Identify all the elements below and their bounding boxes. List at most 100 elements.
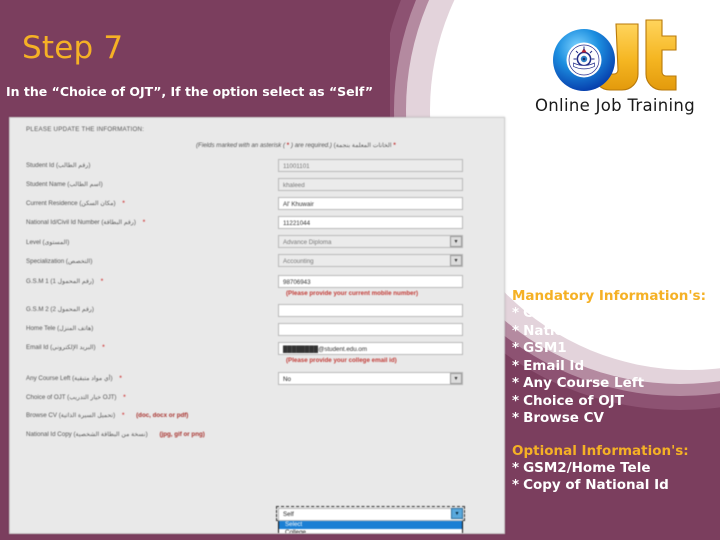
dropdown-option-college[interactable]: College [279, 529, 462, 533]
label-text: Specialization [26, 258, 65, 265]
label-text: Email Id [26, 344, 49, 351]
label-text: Student Name [26, 181, 66, 188]
input-home-tele[interactable] [278, 323, 463, 336]
label-arabic: (تحميل السيرة الذاتية) [58, 412, 116, 419]
information-summary: Mandatory Information's: * Current Reside… [512, 288, 717, 495]
select-any-course-left[interactable]: No ▾ [278, 372, 463, 385]
list-item: * National Id/Civil Id [512, 323, 717, 341]
list-item-label: Browse CV [523, 410, 605, 426]
label-arabic: (خيار التدريب OJT) [67, 394, 117, 401]
label-text: National Id/Civil Id Number [26, 219, 100, 226]
label-text: Browse CV [26, 412, 57, 419]
chevron-down-icon[interactable]: ▾ [451, 508, 463, 519]
list-item-label: Email Id [523, 357, 585, 374]
input-gsm1[interactable]: 98706943 [278, 275, 463, 288]
ojt-logo-mark [542, 18, 692, 96]
required-asterisk: * [123, 394, 126, 401]
label-text: Any Course Left [26, 375, 71, 382]
label-text: Current Residence [26, 200, 78, 207]
list-item: * Choice of OJT [512, 393, 717, 411]
label-text: Level [26, 239, 41, 246]
field-label-browse-cv: Browse CV (تحميل السيرة الذاتية) * (doc,… [26, 412, 188, 419]
bullet-asterisk: * [512, 459, 520, 476]
form-screenshot-panel: PLEASE UPDATE THE INFORMATION: (Fields m… [9, 117, 505, 534]
select-choice-of-ojt[interactable]: Self ▾ Select College Self [276, 506, 465, 533]
list-item-label: GSM2/Home Tele [523, 459, 651, 476]
bullet-asterisk: * [512, 375, 520, 391]
dropdown-options-list[interactable]: Select College Self [278, 521, 463, 533]
select-specialization[interactable]: Accounting ▾ [278, 254, 463, 267]
subtitle-text-b: , If the option select as [161, 84, 329, 99]
input-national-id[interactable]: 11221044 [278, 216, 463, 229]
list-item-label: Any Course Left [523, 375, 645, 391]
bullet-asterisk: * [512, 305, 520, 321]
required-note-asterisk: * [286, 142, 290, 149]
required-asterisk: * [102, 344, 105, 351]
select-choice-value[interactable]: Self [278, 508, 463, 521]
optional-heading: Optional Information's: [512, 442, 689, 459]
mandatory-heading: Mandatory Information's: [512, 288, 706, 304]
required-asterisk: * [119, 375, 122, 382]
label-arabic: (اسم الطالب) [67, 181, 103, 188]
label-arabic: (البريد الإلكتروني) [50, 344, 96, 351]
input-email-id[interactable]: ████████@student.edu.om [278, 342, 463, 355]
field-label-current-residence: Current Residence (مكان السكن) * [26, 200, 125, 207]
required-asterisk: * [121, 412, 125, 419]
field-label-gsm1: G.S.M 1 (رقم المحمول 1) * [26, 278, 103, 285]
bullet-asterisk: * [512, 410, 520, 426]
ojt-logo-svg [553, 19, 677, 91]
field-label-choice-of-ojt: Choice of OJT (خيار التدريب OJT) * [26, 394, 126, 401]
label-text: National Id Copy [26, 431, 72, 438]
field-label-home-tele: Home Tele (هاتف المنزل) [26, 325, 93, 332]
select-level[interactable]: Advance Diploma ▾ [278, 235, 463, 248]
required-fields-note: (Fields marked with an asterisk ( * ) ar… [196, 142, 396, 149]
label-arabic: (المستوى) [42, 239, 70, 246]
bullet-asterisk: * [512, 322, 520, 339]
field-label-level: Level (المستوى) [26, 239, 69, 246]
list-item-label: National Id/Civil Id [523, 322, 664, 339]
bullet-asterisk: * [512, 392, 520, 409]
required-asterisk: * [142, 219, 146, 226]
list-item: * Copy of National Id [512, 477, 717, 495]
field-label-national-id: National Id/Civil Id Number (رقم البطاقة… [26, 219, 145, 226]
list-item: * Browse CV [512, 410, 717, 428]
input-student-name[interactable]: khaleed [278, 178, 463, 191]
list-item: * GSM2/Home Tele [512, 460, 717, 478]
list-item: * GSM1 [512, 340, 717, 358]
chevron-down-icon[interactable]: ▾ [450, 373, 462, 384]
subtitle-emphasis-self: “Self” [328, 84, 374, 99]
list-item-label: Copy of National Id [523, 477, 669, 493]
subtitle-emphasis-choice: “Choice of OJT” [51, 84, 162, 99]
dropdown-option-select[interactable]: Select [279, 521, 462, 529]
field-label-national-id-copy: National Id Copy (نسخة من البطاقة الشخصي… [26, 431, 205, 438]
required-note-arabic: (الخانات المعلمة بنجمة [333, 142, 392, 149]
slide-subtitle: In the “Choice of OJT”, If the option se… [6, 84, 456, 99]
browse-cv-hint: (doc, docx or pdf) [136, 412, 189, 419]
input-student-id[interactable]: 11001101 [278, 159, 463, 172]
label-text: G.S.M 1 (رقم المحمول 1) [26, 278, 94, 285]
required-asterisk: * [122, 200, 125, 207]
chevron-down-icon[interactable]: ▾ [450, 236, 462, 247]
label-arabic: (التخصص) [65, 258, 93, 265]
bullet-asterisk: * [512, 340, 520, 356]
note-college-email: (Please provide your college email id) [286, 357, 397, 364]
required-note-prefix: (Fields marked with an asterisk ( [196, 142, 286, 149]
field-label-student-id: Student Id (رقم الطالب) [26, 162, 90, 169]
select-specialization-value: Accounting [283, 258, 314, 265]
select-level-value: Advance Diploma [283, 239, 332, 246]
chevron-down-icon[interactable]: ▾ [450, 255, 462, 266]
ojt-logo: Online Job Training [520, 18, 710, 128]
bullet-asterisk: * [512, 477, 520, 493]
bullet-asterisk: * [512, 357, 520, 374]
list-item-label: Choice of OJT [523, 392, 624, 409]
field-label-any-course-left: Any Course Left (أي مواد متبقية) * [26, 375, 122, 382]
field-label-gsm2: G.S.M 2 (رقم المحمول 2) [26, 306, 94, 313]
note-mobile-number: (Please provide your current mobile numb… [286, 290, 419, 297]
label-text: Choice of OJT [26, 394, 66, 401]
list-item-label: GSM1 [523, 340, 567, 356]
list-item: * Email Id [512, 358, 717, 376]
logo-emblem [568, 44, 600, 76]
input-gsm2[interactable] [278, 304, 463, 317]
input-current-residence[interactable]: Al' Khuwair [278, 197, 463, 210]
